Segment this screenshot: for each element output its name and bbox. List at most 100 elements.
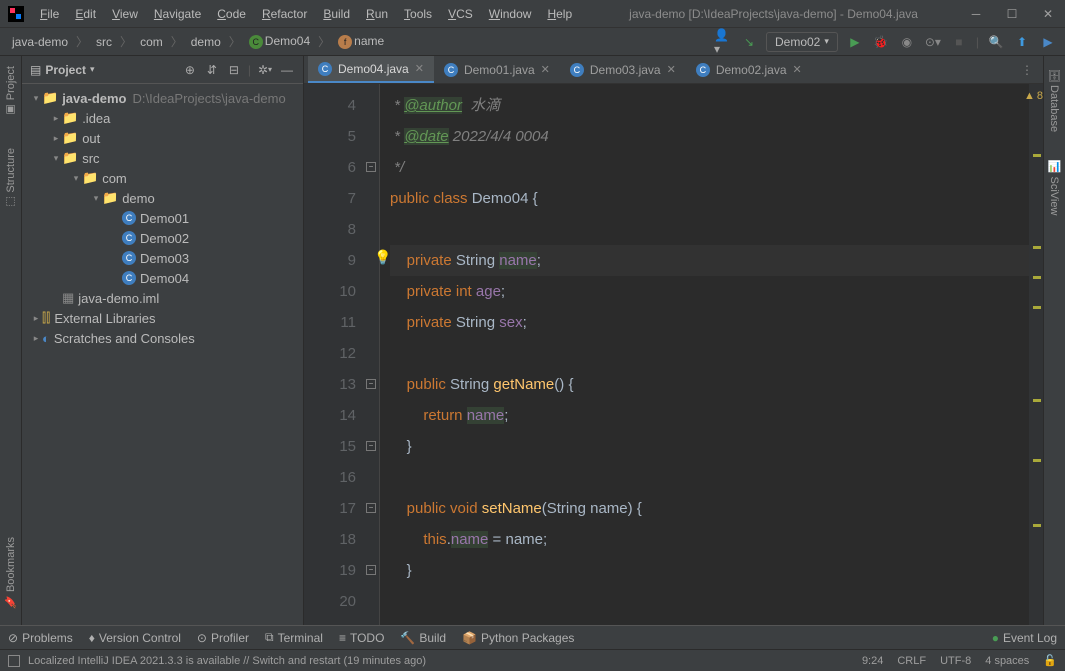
menu-edit[interactable]: Edit (67, 3, 104, 25)
fold-column[interactable]: −−−−− (364, 84, 380, 625)
menu-file[interactable]: File (32, 3, 67, 25)
editor-tab[interactable]: CDemo04.java✕ (308, 56, 434, 83)
tree-file[interactable]: CDemo03 (22, 248, 303, 268)
left-tool-stripe: ▣ Project ⬚ Structure 🔖 Bookmarks (0, 56, 22, 625)
collapse-all-icon[interactable]: ⊟ (226, 62, 242, 78)
run-icon[interactable]: ▶ (846, 33, 864, 51)
project-tree[interactable]: ▾📁java-demoD:\IdeaProjects\java-demo ▸📁.… (22, 84, 303, 625)
file-encoding[interactable]: UTF-8 (940, 655, 971, 667)
editor-tab[interactable]: CDemo03.java✕ (560, 56, 686, 83)
project-title: Project (45, 63, 86, 77)
caret-position[interactable]: 9:24 (862, 655, 883, 667)
tree-demo[interactable]: ▾📁demo (22, 188, 303, 208)
editor-tabs: CDemo04.java✕CDemo01.java✕CDemo03.java✕C… (304, 56, 1043, 84)
bottom-tab-version-control[interactable]: ♦Version Control (89, 630, 181, 645)
menu-window[interactable]: Window (481, 3, 540, 25)
tree-src[interactable]: ▾📁src (22, 148, 303, 168)
close-tab-icon[interactable]: ✕ (793, 63, 802, 76)
menu-code[interactable]: Code (209, 3, 254, 25)
tabs-more-icon[interactable]: ⋮ (1011, 63, 1043, 77)
close-icon[interactable]: ✕ (1039, 5, 1057, 23)
select-opened-icon[interactable]: ⊕ (182, 62, 198, 78)
tool-tab-project[interactable]: ▣ Project (2, 60, 19, 122)
project-icon: ▤ (30, 63, 41, 77)
close-tab-icon[interactable]: ✕ (667, 63, 676, 76)
tree-file[interactable]: CDemo01 (22, 208, 303, 228)
project-panel-header: ▤ Project ▾ ⊕ ⇵ ⊟ | ✲ ▾ — (22, 56, 303, 84)
line-separator[interactable]: CRLF (897, 655, 926, 667)
tree-file[interactable]: CDemo04 (22, 268, 303, 288)
close-tab-icon[interactable]: ✕ (415, 62, 424, 75)
bottom-tab-python-packages[interactable]: 📦Python Packages (462, 630, 574, 645)
code-content[interactable]: * @author 水滴 * @date 2022/4/4 0004 */pub… (380, 84, 1029, 625)
tool-tab-sciview[interactable]: 📊 SciView (1046, 154, 1063, 221)
warnings-indicator[interactable]: ▲8 (1024, 90, 1043, 102)
status-bar: Localized IntelliJ IDEA 2021.3.3 is avai… (0, 649, 1065, 671)
debug-icon[interactable]: 🐞 (872, 33, 890, 51)
tree-out[interactable]: ▸📁out (22, 128, 303, 148)
expand-all-icon[interactable]: ⇵ (204, 62, 220, 78)
menu-help[interactable]: Help (539, 3, 580, 25)
stop-icon[interactable]: ■ (950, 33, 968, 51)
tree-scratches[interactable]: ▸◐Scratches and Consoles (22, 328, 303, 348)
maximize-icon[interactable]: ☐ (1003, 5, 1021, 23)
breadcrumb[interactable]: java-demo〉src〉com〉demo〉CDemo04〉fname (8, 32, 388, 51)
tree-com[interactable]: ▾📁com (22, 168, 303, 188)
menu-refactor[interactable]: Refactor (254, 3, 315, 25)
bottom-tab-profiler[interactable]: ⊙Profiler (197, 630, 249, 645)
ide-features-icon[interactable]: ▶ (1039, 33, 1057, 51)
tool-tab-bookmarks[interactable]: 🔖 Bookmarks (2, 531, 19, 615)
title-bar: FileEditViewNavigateCodeRefactorBuildRun… (0, 0, 1065, 28)
window-title: java-demo [D:\IdeaProjects\java-demo] - … (580, 7, 967, 21)
breadcrumb-item[interactable]: java-demo (8, 33, 72, 51)
menu-vcs[interactable]: VCS (440, 3, 481, 25)
tree-external-libs[interactable]: ▸⫿⫿External Libraries (22, 308, 303, 328)
menu-view[interactable]: View (104, 3, 146, 25)
tool-windows-icon[interactable] (8, 655, 20, 667)
indent-info[interactable]: 4 spaces (985, 655, 1029, 667)
bottom-tab-terminal[interactable]: ⧉Terminal (265, 630, 323, 645)
tool-tab-structure[interactable]: ⬚ Structure (2, 142, 19, 215)
marker-bar[interactable]: ▲8 ^ ∨ (1029, 84, 1043, 625)
menu-navigate[interactable]: Navigate (146, 3, 209, 25)
coverage-icon[interactable]: ◉ (898, 33, 916, 51)
breadcrumb-item[interactable]: src (92, 33, 116, 51)
navigation-bar: java-demo〉src〉com〉demo〉CDemo04〉fname 👤▾ … (0, 28, 1065, 56)
minimize-icon[interactable]: ─ (967, 5, 985, 23)
readonly-icon[interactable]: 🔓 (1043, 654, 1057, 667)
code-editor[interactable]: 456789101112131415161718192021 −−−−− 💡 *… (304, 84, 1043, 625)
bottom-tool-bar: ⊘Problems ♦Version Control ⊙Profiler ⧉Termi… (0, 625, 1065, 649)
ide-logo-icon (8, 6, 24, 22)
breadcrumb-item[interactable]: com (136, 33, 167, 51)
event-log-button[interactable]: ●Event Log (992, 631, 1057, 645)
tree-iml[interactable]: ▦java-demo.iml (22, 288, 303, 308)
editor-tab[interactable]: CDemo02.java✕ (686, 56, 812, 83)
menu-run[interactable]: Run (358, 3, 396, 25)
search-icon[interactable]: 🔍 (987, 33, 1005, 51)
profile-icon[interactable]: ⊙▾ (924, 33, 942, 51)
bottom-tab-build[interactable]: 🔨Build (400, 630, 446, 645)
right-tool-stripe: 🗄 Database 📊 SciView (1043, 56, 1065, 625)
bottom-tab-problems[interactable]: ⊘Problems (8, 630, 73, 645)
update-icon[interactable]: ⬆ (1013, 33, 1031, 51)
close-tab-icon[interactable]: ✕ (541, 63, 550, 76)
run-config-selector[interactable]: Demo02▾ (766, 32, 838, 52)
editor-tab[interactable]: CDemo01.java✕ (434, 56, 560, 83)
settings-icon[interactable]: ✲ ▾ (257, 62, 273, 78)
add-user-icon[interactable]: 👤▾ (714, 33, 732, 51)
breadcrumb-item[interactable]: fname (334, 32, 388, 51)
breadcrumb-item[interactable]: demo (187, 33, 225, 51)
intention-bulb-icon[interactable]: 💡 (374, 249, 391, 266)
menu-build[interactable]: Build (315, 3, 358, 25)
tool-tab-database[interactable]: 🗄 Database (1046, 62, 1063, 138)
line-gutter: 456789101112131415161718192021 (304, 84, 364, 625)
tree-file[interactable]: CDemo02 (22, 228, 303, 248)
build-icon[interactable]: ↘ (740, 33, 758, 51)
bottom-tab-todo[interactable]: ≡TODO (339, 630, 384, 645)
tree-root[interactable]: ▾📁java-demoD:\IdeaProjects\java-demo (22, 88, 303, 108)
hide-panel-icon[interactable]: — (279, 62, 295, 78)
menu-tools[interactable]: Tools (396, 3, 440, 25)
breadcrumb-item[interactable]: CDemo04 (245, 32, 314, 51)
tree-idea[interactable]: ▸📁.idea (22, 108, 303, 128)
status-message[interactable]: Localized IntelliJ IDEA 2021.3.3 is avai… (28, 655, 426, 667)
